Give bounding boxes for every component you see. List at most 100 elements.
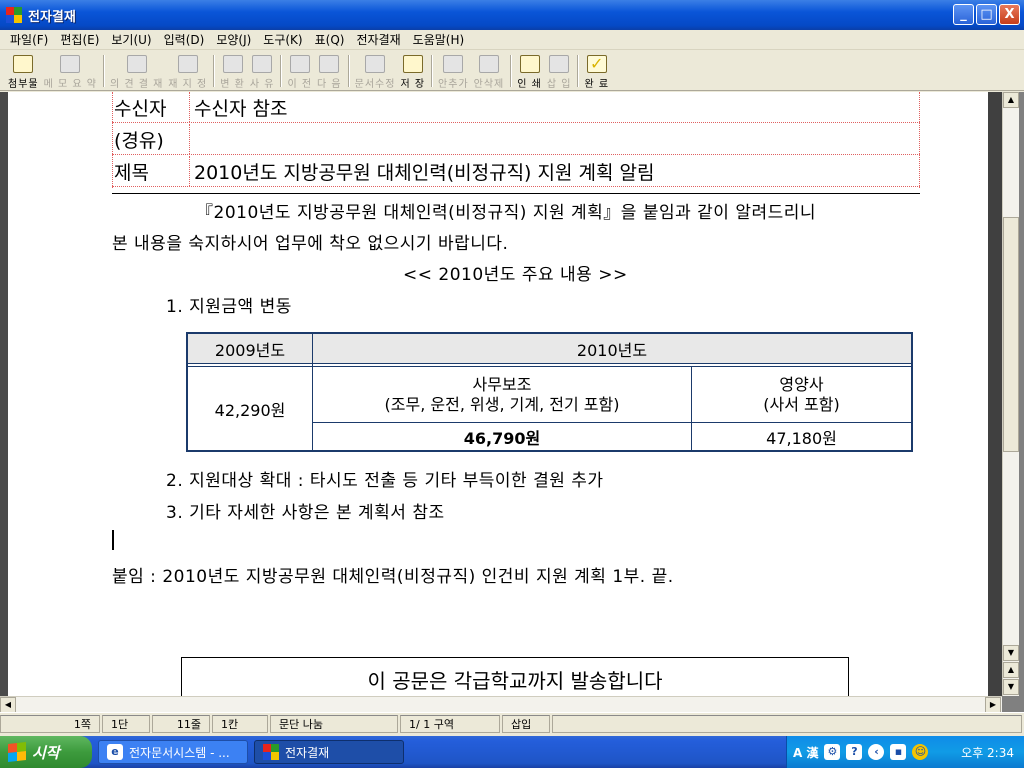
via-label: (경유) — [112, 124, 190, 154]
toolbar-separator — [213, 54, 216, 87]
ime-settings-icon[interactable]: ⚙ — [824, 744, 841, 760]
text-caret — [112, 530, 114, 550]
page-gutter-right — [988, 92, 1002, 696]
status-char: 1칸 — [212, 714, 268, 733]
toolbar-separator — [510, 54, 513, 87]
done-check-icon: ✓ — [586, 54, 607, 73]
windows-flag-icon — [8, 742, 26, 762]
scroll-down-icon[interactable]: ▼ — [1003, 645, 1019, 661]
help-icon[interactable]: ? — [846, 744, 863, 760]
scroll-up-icon[interactable]: ▲ — [1003, 92, 1019, 108]
menu-tools[interactable]: 도구(K) — [257, 31, 308, 48]
add-draft-button[interactable]: 안추가 — [436, 52, 471, 90]
menu-file[interactable]: 파일(F) — [4, 31, 54, 48]
edit-doc-icon — [365, 54, 386, 73]
insert-icon — [549, 54, 570, 73]
vertical-scroll-thumb[interactable] — [1003, 217, 1019, 452]
item-2: 2. 지원대상 확대 : 타시도 전출 등 기타 부득이한 결원 추가 — [166, 471, 604, 491]
page-down-icon[interactable]: ▼ — [1003, 679, 1019, 695]
body-paragraph-line1: 『2010년도 지방공무원 대체인력(비정규직) 지원 계획』을 붙임과 같이 … — [196, 203, 817, 223]
office-assistant-amount: 46,790원 — [463, 428, 541, 448]
reason-button[interactable]: 사 유 — [248, 52, 277, 90]
header-2010: 2010년도 — [313, 334, 911, 363]
office-assistant-scope: (조무, 운전, 위생, 기계, 전기 포함) — [384, 394, 620, 414]
window-title: 전자결재 — [28, 9, 76, 25]
document-area: 수신자 수신자 참조 (경유) 제목 2010년도 지방공무원 대체인력(비정규… — [0, 92, 1024, 713]
via-value[interactable] — [190, 124, 920, 154]
reassign-button[interactable]: 재 지 정 — [166, 52, 209, 90]
body-paragraph-line2: 본 내용을 숙지하시어 업무에 착오 없으시기 바랍니다. — [112, 234, 509, 254]
header-2009: 2009년도 — [188, 334, 312, 363]
menu-edit[interactable]: 편집(E) — [54, 31, 105, 48]
next-icon — [319, 54, 340, 73]
minimize-button[interactable]: _ — [953, 4, 974, 25]
save-button[interactable]: 저 장 — [398, 52, 427, 90]
section-title: << 2010년도 주요 내용 >> — [403, 265, 628, 285]
delete-draft-button[interactable]: 안삭제 — [472, 52, 507, 90]
menu-approval[interactable]: 전자결재 — [350, 31, 406, 48]
status-column: 1단 — [102, 714, 150, 733]
task-button-approval[interactable]: 전자결재 — [254, 740, 404, 764]
attach-button[interactable]: 첨부물 — [6, 52, 41, 90]
menu-format[interactable]: 모양(J) — [210, 31, 257, 48]
done-button[interactable]: ✓ 완 료 — [582, 52, 611, 90]
subject-label: 제목 — [112, 156, 190, 186]
item-1: 1. 지원금액 변동 — [166, 297, 292, 317]
value-2009: 42,290원 — [214, 400, 286, 420]
print-button[interactable]: 인 쇄 — [515, 52, 544, 90]
next-button[interactable]: 다 음 — [315, 52, 344, 90]
page-up-icon[interactable]: ▲ — [1003, 662, 1019, 678]
menu-view[interactable]: 보기(U) — [105, 31, 157, 48]
status-line: 11줄 — [152, 714, 210, 733]
clock[interactable]: 오후 2:34 — [961, 744, 1014, 761]
start-button[interactable]: 시작 — [0, 736, 92, 768]
status-section: 1/ 1 구역 — [400, 714, 500, 733]
toolbar: 첨부물 메 모 요 약 의 견 결 재 재 지 정 변 환 사 유 이 전 다 … — [0, 51, 1024, 91]
app-icon — [263, 744, 279, 760]
scroll-left-icon[interactable]: ◀ — [0, 697, 16, 713]
opinion-approval-button[interactable]: 의 견 결 재 — [108, 52, 165, 90]
nutritionist-header: 영양사 (사서 포함) — [692, 367, 911, 422]
status-empty — [552, 714, 1022, 733]
item-3: 3. 기타 자세한 사항은 본 계획서 참조 — [166, 503, 445, 523]
recipient-value[interactable]: 수신자 참조 — [190, 92, 920, 122]
toolbar-separator — [577, 54, 580, 87]
office-assistant-title: 사무보조 — [472, 374, 532, 394]
start-label: 시작 — [32, 743, 60, 762]
delete-draft-icon — [478, 54, 499, 73]
status-paragraph: 문단 나눔 — [270, 714, 398, 733]
network-icon[interactable]: ▪ — [890, 744, 907, 760]
nutritionist-amount: 47,180원 — [766, 428, 837, 448]
app-icon — [6, 7, 22, 23]
edit-doc-button[interactable]: 문서수정 — [353, 52, 398, 90]
toolbar-separator — [102, 54, 105, 87]
memo-summary-button[interactable]: 메 모 요 약 — [42, 52, 99, 90]
recipient-label: 수신자 — [112, 92, 190, 122]
maximize-button[interactable]: □ — [976, 4, 997, 25]
messenger-icon[interactable]: ☺ — [912, 744, 929, 760]
insert-button[interactable]: 삽 입 — [545, 52, 574, 90]
attach-icon — [13, 54, 34, 73]
save-icon — [402, 54, 423, 73]
prev-button[interactable]: 이 전 — [285, 52, 314, 90]
vertical-scrollbar[interactable]: ▲ ▼ ▲ ▼ — [1002, 92, 1019, 696]
recipient-row: 수신자 수신자 참조 — [112, 92, 920, 123]
menu-bar: 파일(F) 편집(E) 보기(U) 입력(D) 모양(J) 도구(K) 표(Q)… — [0, 30, 1024, 50]
tray-expand-icon[interactable]: ‹ — [868, 744, 885, 760]
convert-button[interactable]: 변 환 — [218, 52, 247, 90]
convert-icon — [222, 54, 243, 73]
menu-input[interactable]: 입력(D) — [158, 31, 211, 48]
ime-indicator[interactable]: A 漢 — [793, 744, 818, 761]
scroll-right-icon[interactable]: ▶ — [985, 697, 1001, 713]
document-page[interactable]: 수신자 수신자 참조 (경유) 제목 2010년도 지방공무원 대체인력(비정규… — [8, 92, 988, 696]
close-button[interactable]: X — [999, 4, 1020, 25]
subject-value[interactable]: 2010년도 지방공무원 대체인력(비정규직) 지원 계획 알림 — [190, 156, 920, 186]
title-bar[interactable]: 전자결재 _ □ X — [0, 0, 1024, 30]
header-divider — [112, 193, 920, 194]
horizontal-scrollbar[interactable]: ◀ ▶ — [0, 696, 1002, 713]
nutritionist-scope: (사서 포함) — [763, 394, 840, 414]
browser-icon: e — [107, 744, 123, 760]
menu-help[interactable]: 도움말(H) — [407, 31, 471, 48]
task-button-edoc-system[interactable]: e 전자문서시스템 - ... — [98, 740, 248, 764]
menu-table[interactable]: 표(Q) — [309, 31, 351, 48]
